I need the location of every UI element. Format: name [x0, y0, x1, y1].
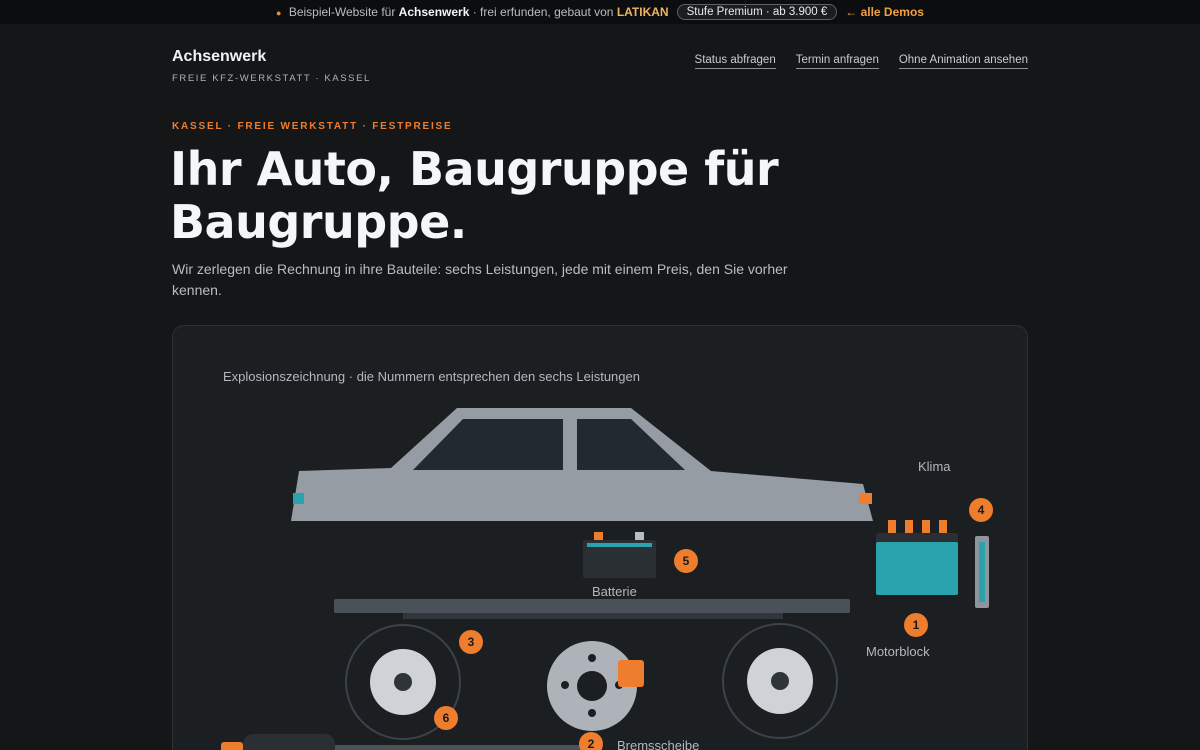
main-nav: Status abfragen Termin anfragen Ohne Ani…: [694, 54, 1028, 69]
nav-no-animation-link[interactable]: Ohne Animation ansehen: [898, 54, 1028, 69]
tank-part[interactable]: [243, 734, 335, 750]
all-demos-link[interactable]: ← alle Demos: [845, 5, 924, 19]
brake-disc-part[interactable]: [547, 641, 644, 731]
chassis-rail: [334, 599, 850, 613]
nav-appointment-link[interactable]: Termin anfragen: [795, 54, 879, 69]
hero-lead: Wir zerlegen die Rechnung in ihre Bautei…: [172, 261, 788, 298]
badge-4[interactable]: 4: [969, 498, 993, 522]
label-klima: Klima: [918, 459, 951, 474]
motor-block-part[interactable]: [876, 520, 958, 595]
badge-1[interactable]: 1: [904, 613, 928, 637]
label-batterie: Batterie: [592, 584, 637, 599]
banner-site-name: Achsenwerk: [398, 5, 470, 19]
svg-text:1: 1: [913, 618, 920, 632]
battery-part[interactable]: [583, 532, 656, 578]
hero-kicker: KASSEL · FREIE WERKSTATT · FESTPREISE: [172, 121, 453, 132]
badge-6[interactable]: 6: [434, 706, 458, 730]
headlight-front: [859, 493, 872, 504]
badge-2[interactable]: 2: [579, 732, 603, 750]
label-motorblock: Motorblock: [866, 644, 930, 659]
exhaust-part[interactable]: [221, 742, 243, 750]
svg-text:3: 3: [468, 635, 475, 649]
svg-text:5: 5: [683, 554, 690, 568]
badge-3[interactable]: 3: [459, 630, 483, 654]
svg-text:4: 4: [978, 503, 985, 517]
banner-text: ● Beispiel-Website für Achsenwerk · frei…: [276, 5, 669, 19]
brake-caliper: [618, 660, 644, 687]
svg-text:6: 6: [443, 711, 450, 725]
tier-badge: Stufe Premium · ab 3.900 €: [676, 4, 838, 20]
klima-part[interactable]: [975, 536, 989, 608]
dot-icon: ●: [276, 8, 282, 18]
chassis-rail-shadow: [403, 613, 783, 619]
site-tagline: FREIE KFZ-WERKSTATT · KASSEL: [172, 73, 371, 84]
car-body: [291, 408, 873, 521]
headlight-rear: [293, 493, 304, 504]
hero-title: Ihr Auto, Baugruppe für Baugruppe.: [170, 142, 779, 249]
svg-text:2: 2: [588, 737, 595, 750]
lower-rail: [335, 745, 597, 750]
nav-status-link[interactable]: Status abfragen: [694, 54, 776, 69]
exploded-car-diagram: Batterie Motorblock Klima Bremsscheibe 1…: [221, 408, 993, 750]
badge-5[interactable]: 5: [674, 549, 698, 573]
exploded-view-panel: Explosionszeichnung · die Nummern entspr…: [172, 325, 1028, 750]
demo-banner: ● Beispiel-Website für Achsenwerk · frei…: [0, 0, 1200, 24]
banner-maker: LATIKAN: [616, 5, 669, 19]
site-header: Achsenwerk FREIE KFZ-WERKSTATT · KASSEL …: [172, 48, 1028, 84]
wheel-front[interactable]: [722, 623, 838, 739]
label-bremsscheibe: Bremsscheibe: [617, 738, 699, 750]
